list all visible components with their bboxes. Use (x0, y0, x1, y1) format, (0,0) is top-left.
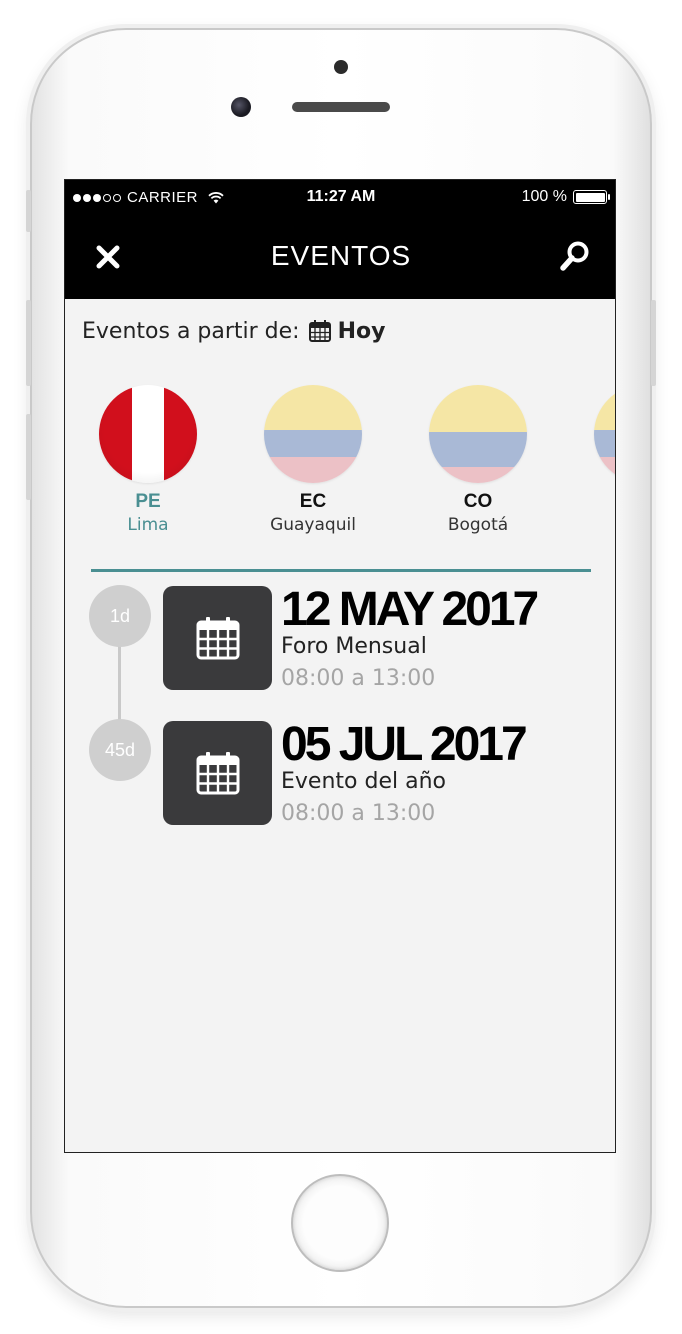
country-code: EC (299, 491, 327, 512)
country-co[interactable]: CO Bogotá (403, 385, 553, 535)
peru-flag-icon (99, 385, 197, 483)
filter-label: Eventos a partir de: (82, 318, 300, 344)
country-city: Lima (127, 515, 169, 535)
status-bar: CARRIER 11:27 AM 100 % (65, 180, 615, 216)
date-filter: Eventos a partir de: Hoy (82, 316, 385, 346)
front-camera (231, 97, 251, 117)
country-code: PE (135, 491, 161, 512)
filter-value[interactable]: Hoy (338, 319, 386, 344)
days-badge: 1d (89, 585, 151, 647)
event-time: 08:00 a 13:00 (281, 801, 436, 826)
event-time: 08:00 a 13:00 (281, 666, 436, 691)
section-divider (91, 569, 591, 572)
status-right: 100 % (521, 188, 610, 206)
home-button[interactable] (291, 1174, 389, 1272)
ecuador-flag-icon (264, 385, 362, 483)
event-item[interactable]: 12 MAY 2017 Foro Mensual 08:00 a 13:00 (163, 583, 603, 691)
volume-up-button (26, 300, 31, 386)
country-partial[interactable] (568, 385, 615, 483)
country-code: CO (463, 491, 493, 512)
flag-icon (594, 385, 615, 483)
event-name: Evento del año (281, 769, 446, 794)
event-icon-tile (163, 721, 272, 825)
calendar-icon (196, 752, 239, 795)
country-pe[interactable]: PE Lima (73, 385, 223, 535)
days-badge: 45d (89, 719, 151, 781)
battery-icon (573, 190, 610, 204)
event-icon-tile (163, 586, 272, 690)
power-button (651, 300, 656, 386)
app-screen: CARRIER 11:27 AM 100 % EVENTOS Eventos a… (64, 179, 616, 1153)
search-icon[interactable] (559, 240, 591, 272)
mute-switch (26, 190, 31, 232)
battery-fill (575, 192, 605, 202)
nav-bar: EVENTOS (65, 216, 615, 299)
event-date: 05 JUL 2017 (281, 718, 528, 771)
event-name: Foro Mensual (281, 634, 427, 659)
country-ec[interactable]: EC Guayaquil (238, 385, 388, 535)
proximity-sensor (334, 60, 348, 74)
calendar-icon (308, 320, 331, 342)
earpiece-speaker (292, 102, 390, 112)
volume-down-button (26, 414, 31, 500)
event-item[interactable]: 05 JUL 2017 Evento del año 08:00 a 13:00 (163, 718, 603, 826)
colombia-flag-icon (429, 385, 527, 483)
country-city: Bogotá (447, 515, 509, 535)
battery-percent: 100 % (521, 188, 567, 205)
page-title: EVENTOS (270, 240, 412, 271)
event-date: 12 MAY 2017 (281, 583, 539, 636)
calendar-icon (196, 617, 239, 660)
country-city: Guayaquil (270, 515, 356, 535)
